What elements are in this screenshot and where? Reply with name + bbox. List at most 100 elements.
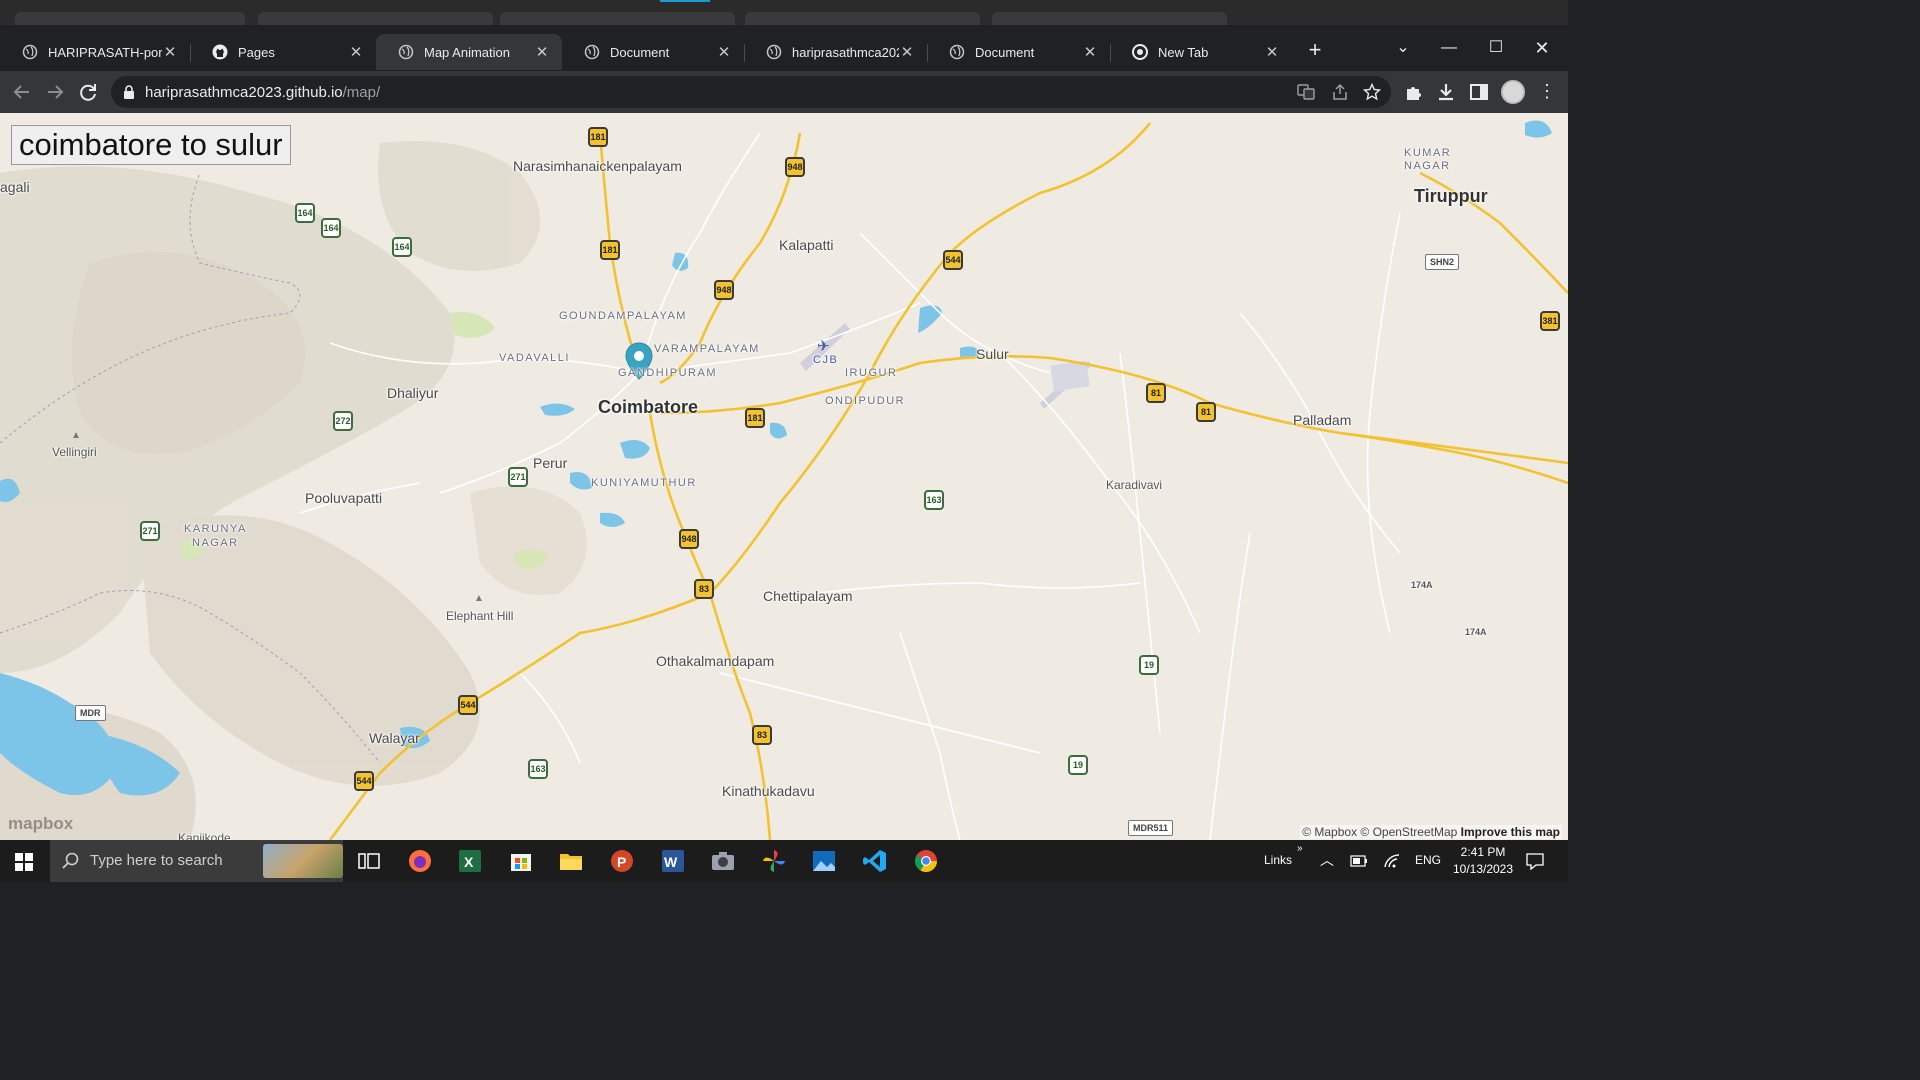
state-highway-shield: 164 (392, 237, 412, 257)
maximize-button[interactable]: ☐ (1473, 33, 1519, 63)
links-toolbar[interactable]: Links (1264, 853, 1292, 867)
chrome-taskbar-icon[interactable] (913, 848, 939, 874)
camera-icon[interactable] (710, 848, 736, 874)
place-othakalmandapam: Othakalmandapam (656, 653, 775, 669)
task-view-icon[interactable] (356, 848, 382, 874)
forward-arrow-icon[interactable] (43, 80, 67, 104)
map-canvas[interactable]: coimbatore to sulur Coimbatore Sulur Tir… (0, 113, 1568, 840)
state-highway-shield: 19 (1068, 755, 1088, 775)
highway-shield: 948 (785, 157, 805, 177)
tab-document-2[interactable]: Document ✕ (927, 34, 1110, 70)
share-icon[interactable] (1331, 83, 1349, 101)
excel-icon[interactable]: X (457, 848, 483, 874)
state-highway-shield: 272 (333, 411, 353, 431)
tab-title: Document (610, 44, 670, 60)
tab-title: hariprasathmca2023. (792, 44, 899, 60)
close-icon[interactable]: ✕ (1082, 43, 1098, 61)
close-icon[interactable]: ✕ (534, 43, 550, 61)
close-icon[interactable]: ✕ (716, 43, 732, 61)
svg-text:X: X (464, 854, 474, 870)
firefox-icon[interactable] (407, 848, 433, 874)
tab-document[interactable]: Document ✕ (562, 34, 744, 70)
place-karunya-nagar: NAGAR (192, 537, 239, 549)
highway-shield: 948 (714, 280, 734, 300)
close-icon[interactable]: ✕ (1264, 43, 1280, 61)
tab-title: New Tab (1158, 44, 1209, 60)
system-clock[interactable]: 2:41 PM 10/13/2023 (1443, 844, 1523, 878)
pinwheel-photos-icon[interactable] (761, 848, 787, 874)
place-kumar: KUMAR (1404, 147, 1452, 159)
back-arrow-icon[interactable] (10, 80, 34, 104)
tab-pages[interactable]: Pages ✕ (190, 34, 376, 70)
highway-shield: 81 (1196, 402, 1216, 422)
state-highway-shield: 271 (508, 467, 528, 487)
language-indicator[interactable]: ENG (1415, 853, 1441, 867)
place-karadivavi: Karadivavi (1106, 478, 1163, 492)
side-panel-icon[interactable] (1467, 80, 1491, 104)
links-expand-icon[interactable]: » (1297, 843, 1303, 854)
svg-text:P: P (617, 854, 626, 870)
close-window-button[interactable]: ✕ (1519, 33, 1565, 63)
notification-center-icon[interactable] (1526, 853, 1544, 870)
tab-title: Pages (238, 44, 275, 60)
word-icon[interactable]: W (660, 848, 686, 874)
bookmark-star-icon[interactable] (1363, 83, 1381, 101)
browser-toolbar: hariprasathmca2023.github.io/map/ ⋮ (0, 71, 1568, 113)
photos-icon[interactable] (811, 848, 837, 874)
address-bar[interactable]: hariprasathmca2023.github.io/map/ (111, 76, 1391, 108)
improve-map-link[interactable]: Improve this map (1461, 825, 1560, 839)
tab-hariprasath-portfolio[interactable]: HARIPRASATH-portfc ✕ (0, 34, 190, 70)
background-tab (992, 12, 1227, 25)
reload-icon[interactable] (76, 80, 100, 104)
microsoft-store-icon[interactable] (508, 848, 534, 874)
battery-icon[interactable] (1350, 855, 1368, 867)
background-tab (258, 12, 493, 25)
tab-title: HARIPRASATH-portfc (48, 44, 162, 60)
place-goundampalayam: GOUNDAMPALAYAM (559, 310, 687, 322)
close-icon[interactable]: ✕ (899, 43, 915, 61)
globe-icon (949, 44, 965, 60)
wifi-icon[interactable] (1383, 853, 1401, 869)
windows-start-icon[interactable] (15, 853, 33, 871)
attribution-text[interactable]: © Mapbox © OpenStreetMap (1302, 825, 1457, 839)
download-icon[interactable] (1434, 80, 1458, 104)
globe-icon (398, 44, 414, 60)
peak-icon: ▲ (474, 593, 484, 604)
tab-hariprasathmca2023[interactable]: hariprasathmca2023. ✕ (744, 34, 927, 70)
mapbox-logo[interactable]: mapbox (8, 814, 73, 834)
place-tiruppur: Tiruppur (1414, 186, 1488, 206)
vscode-icon[interactable] (862, 848, 888, 874)
profile-avatar[interactable] (1501, 80, 1525, 104)
close-icon[interactable]: ✕ (348, 43, 364, 61)
tab-title: Map Animation (424, 44, 510, 60)
state-highway-shield: 163 (924, 490, 944, 510)
tray-overflow-chevron-icon[interactable]: ︿ (1320, 850, 1334, 870)
powerpoint-icon[interactable]: P (609, 848, 635, 874)
place-vellingiri: Vellingiri (52, 445, 97, 459)
taskbar-search-box[interactable]: Type here to search (50, 840, 343, 882)
highway-shield: 181 (588, 127, 608, 147)
extensions-puzzle-icon[interactable] (1402, 80, 1426, 104)
highway-shield: 544 (458, 695, 478, 715)
search-placeholder: Type here to search (90, 852, 223, 869)
chrome-icon (1132, 44, 1148, 60)
place-chettipalayam: Chettipalayam (763, 588, 853, 604)
more-menu-icon[interactable]: ⋮ (1538, 80, 1556, 104)
highway-shield: 83 (752, 725, 772, 745)
state-highway-shield: 19 (1139, 655, 1159, 675)
place-kinathukadavu: Kinathukadavu (722, 783, 815, 799)
translate-icon[interactable] (1297, 83, 1315, 101)
windows-taskbar: Type here to search X P W Links » ︿ ENG … (0, 840, 1568, 882)
file-explorer-icon[interactable] (558, 848, 584, 874)
tab-search-chevron-icon[interactable]: ⌄ (1380, 33, 1426, 63)
tab-map-animation[interactable]: Map Animation ✕ (376, 34, 562, 70)
minimize-button[interactable]: — (1426, 33, 1472, 63)
url-text[interactable]: hariprasathmca2023.github.io/map/ (145, 84, 380, 101)
svg-text:W: W (664, 854, 678, 870)
highway-shield: 81 (1146, 383, 1166, 403)
tab-new-tab[interactable]: New Tab ✕ (1110, 34, 1292, 70)
lock-icon[interactable] (123, 85, 135, 99)
place-perur: Perur (533, 455, 568, 471)
new-tab-button[interactable]: + (1303, 39, 1327, 63)
close-icon[interactable]: ✕ (162, 43, 178, 61)
